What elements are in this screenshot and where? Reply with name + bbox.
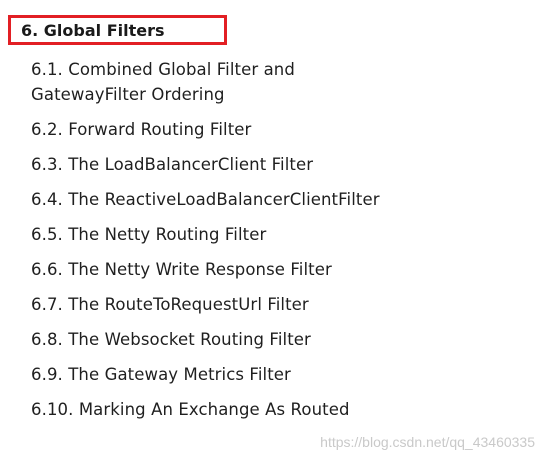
toc-link-6-10[interactable]: 6.10. Marking An Exchange As Routed — [31, 397, 451, 422]
toc-link-6-5[interactable]: 6.5. The Netty Routing Filter — [31, 222, 451, 247]
toc-link-6-6[interactable]: 6.6. The Netty Write Response Filter — [31, 257, 451, 282]
toc-link-6-7[interactable]: 6.7. The RouteToRequestUrl Filter — [31, 292, 451, 317]
toc-link-6-9[interactable]: 6.9. The Gateway Metrics Filter — [31, 362, 451, 387]
toc-link-6-1[interactable]: 6.1. Combined Global Filter and GatewayF… — [31, 57, 321, 107]
page: 6. Global Filters 6.1. Combined Global F… — [0, 0, 545, 462]
toc-list: 6.1. Combined Global Filter and GatewayF… — [31, 57, 451, 422]
toc-link-6-4[interactable]: 6.4. The ReactiveLoadBalancerClientFilte… — [31, 187, 451, 212]
section-title-global-filters[interactable]: 6. Global Filters — [8, 15, 227, 45]
toc-link-6-8[interactable]: 6.8. The Websocket Routing Filter — [31, 327, 451, 352]
watermark: https://blog.csdn.net/qq_43460335 — [320, 434, 535, 450]
toc-link-6-2[interactable]: 6.2. Forward Routing Filter — [31, 117, 451, 142]
toc-link-6-3[interactable]: 6.3. The LoadBalancerClient Filter — [31, 152, 451, 177]
